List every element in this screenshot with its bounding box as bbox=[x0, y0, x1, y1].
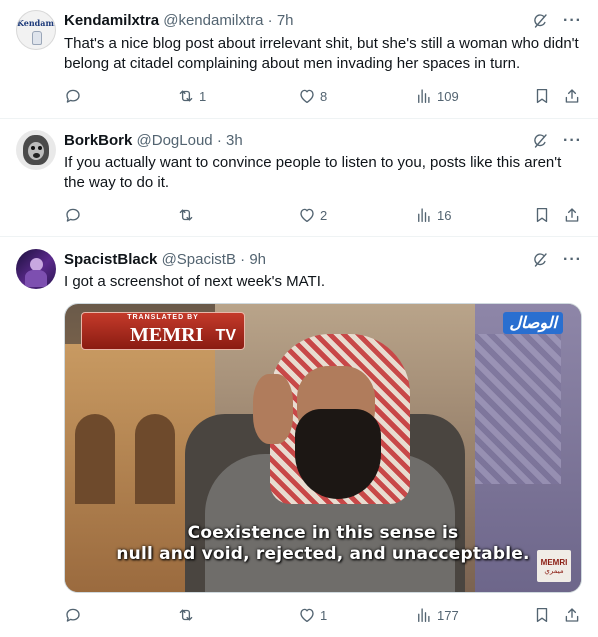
tweet-media-image[interactable]: TRANSLATED BY MEMRI TV الوصال Coexistenc… bbox=[64, 303, 582, 593]
retweet-button[interactable] bbox=[177, 605, 199, 625]
grok-icon[interactable] bbox=[531, 11, 549, 31]
share-button[interactable] bbox=[563, 205, 581, 225]
timestamp[interactable]: 9h bbox=[249, 251, 266, 268]
avatar[interactable] bbox=[16, 130, 56, 170]
bookmark-icon bbox=[533, 206, 551, 224]
like-button[interactable]: 1 bbox=[298, 605, 327, 625]
separator: · bbox=[267, 12, 273, 29]
grok-icon[interactable] bbox=[531, 131, 549, 151]
view-count: 177 bbox=[437, 607, 459, 623]
display-name[interactable]: Kendamilxtra bbox=[64, 12, 159, 29]
retweet-icon bbox=[177, 606, 195, 624]
reply-button[interactable] bbox=[64, 86, 86, 106]
tweet-header: Kendamilxtra @kendamilxtra · 7h ··· bbox=[64, 11, 582, 31]
subtitle-line-1: Coexistence in this sense is bbox=[187, 523, 459, 543]
memri-tv-logo: TRANSLATED BY MEMRI TV bbox=[81, 312, 245, 350]
tweet-actions: 1 8 109 bbox=[64, 86, 582, 106]
more-icon[interactable]: ··· bbox=[563, 250, 582, 270]
like-icon bbox=[298, 206, 316, 224]
display-name[interactable]: BorkBork bbox=[64, 132, 132, 149]
like-count: 1 bbox=[320, 607, 328, 623]
bookmark-button[interactable] bbox=[533, 205, 551, 225]
tweet-text: If you actually want to convince people … bbox=[64, 154, 562, 191]
memri-corner-logo-text: MEMRI bbox=[540, 558, 568, 567]
tweet-text: That's a nice blog post about irrelevant… bbox=[64, 35, 579, 72]
like-button[interactable]: 8 bbox=[298, 86, 327, 106]
timestamp[interactable]: 3h bbox=[226, 132, 243, 149]
grok-icon[interactable] bbox=[531, 250, 549, 270]
subtitle-line-2: null and void, rejected, and unacceptabl… bbox=[116, 544, 530, 564]
reply-button[interactable] bbox=[64, 605, 86, 625]
share-icon bbox=[563, 87, 581, 105]
retweet-count: 1 bbox=[199, 88, 207, 104]
tweet-actions: 1 177 bbox=[64, 605, 582, 625]
more-icon[interactable]: ··· bbox=[563, 131, 582, 151]
memri-corner-logo: MEMRI ميمري bbox=[537, 550, 571, 582]
views-icon bbox=[415, 87, 433, 105]
bookmark-button[interactable] bbox=[533, 605, 551, 625]
like-count: 2 bbox=[320, 207, 328, 223]
share-icon bbox=[563, 206, 581, 224]
like-button[interactable]: 2 bbox=[298, 205, 327, 225]
like-count: 8 bbox=[320, 88, 328, 104]
retweet-icon bbox=[177, 206, 195, 224]
avatar-brand-text: Kendamil bbox=[17, 18, 56, 28]
views-icon bbox=[415, 606, 433, 624]
user-handle[interactable]: @kendamilxtra bbox=[163, 12, 263, 29]
retweet-button[interactable]: 1 bbox=[177, 86, 206, 106]
share-button[interactable] bbox=[563, 86, 581, 106]
share-icon bbox=[563, 606, 581, 624]
reply-icon bbox=[64, 206, 82, 224]
view-count: 109 bbox=[437, 88, 459, 104]
user-handle[interactable]: @DogLoud bbox=[137, 132, 213, 149]
share-button[interactable] bbox=[563, 605, 581, 625]
avatar[interactable] bbox=[16, 249, 56, 289]
like-icon bbox=[298, 606, 316, 624]
reply-icon bbox=[64, 606, 82, 624]
timestamp[interactable]: 7h bbox=[277, 12, 294, 29]
user-handle[interactable]: @SpacistB bbox=[162, 251, 236, 268]
bookmark-icon bbox=[533, 87, 551, 105]
tweet[interactable]: Kendamil Kendamilxtra @kendamilxtra · 7h… bbox=[0, 0, 598, 119]
views-icon bbox=[415, 206, 433, 224]
tweet[interactable]: BorkBork @DogLoud · 3h ··· If you actual… bbox=[0, 119, 598, 237]
tweet-header: SpacistBlack @SpacistB · 9h ··· bbox=[64, 250, 582, 270]
more-icon[interactable]: ··· bbox=[563, 11, 582, 31]
tweet-actions: 2 16 bbox=[64, 205, 582, 225]
memri-logo-tv-text: TV bbox=[215, 327, 236, 344]
separator: · bbox=[240, 251, 246, 268]
memri-logo-main-text: MEMRI bbox=[130, 324, 204, 346]
separator: · bbox=[216, 132, 222, 149]
tweet-header: BorkBork @DogLoud · 3h ··· bbox=[64, 131, 582, 151]
tweet-text: I got a screenshot of next week's MATI. bbox=[64, 273, 326, 290]
retweet-button[interactable] bbox=[177, 205, 199, 225]
views-button[interactable]: 109 bbox=[415, 86, 459, 106]
retweet-icon bbox=[177, 87, 195, 105]
channel-logo: الوصال bbox=[503, 312, 563, 334]
display-name[interactable]: SpacistBlack bbox=[64, 251, 157, 268]
like-icon bbox=[298, 87, 316, 105]
bookmark-icon bbox=[533, 606, 551, 624]
views-button[interactable]: 16 bbox=[415, 205, 451, 225]
memri-corner-logo-subtext: ميمري bbox=[544, 568, 564, 575]
memri-logo-top-text: TRANSLATED BY bbox=[127, 314, 199, 321]
view-count: 16 bbox=[437, 207, 452, 223]
avatar[interactable]: Kendamil bbox=[16, 10, 56, 50]
views-button[interactable]: 177 bbox=[415, 605, 459, 625]
bookmark-button[interactable] bbox=[533, 86, 551, 106]
reply-button[interactable] bbox=[64, 205, 86, 225]
reply-icon bbox=[64, 87, 82, 105]
